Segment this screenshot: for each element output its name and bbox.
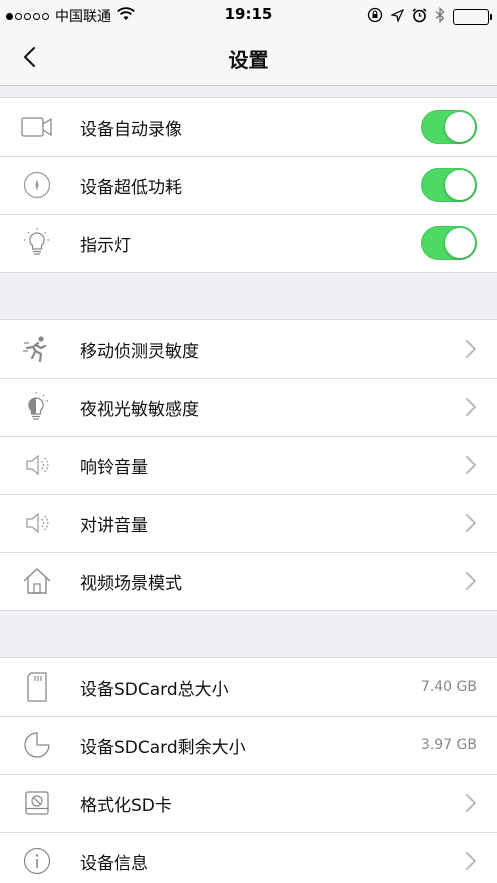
location-icon — [390, 8, 405, 26]
setting-label: 设备SDCard总大小 — [80, 679, 229, 700]
setting-label: 设备超低功耗 — [80, 177, 182, 198]
setting-label: 设备SDCard剩余大小 — [80, 737, 246, 758]
pie-chart-icon — [20, 728, 54, 762]
setting-label: 移动侦测灵敏度 — [80, 341, 199, 362]
status-bar: 中国联通 19:15 — [0, 0, 497, 30]
setting-row-sd-remaining: 设备SDCard剩余大小 3.97 GB — [0, 716, 497, 774]
setting-label: 夜视光敏敏感度 — [80, 399, 199, 420]
sd-remaining-value: 3.97 GB — [420, 737, 477, 753]
setting-label: 视频场景模式 — [80, 573, 182, 594]
chevron-right-icon — [466, 852, 476, 870]
setting-row-video-scene-mode[interactable]: 视频场景模式 — [0, 552, 497, 610]
navigation-bar: 设置 — [0, 30, 497, 86]
setting-label: 对讲音量 — [80, 515, 148, 536]
setting-label: 指示灯 — [80, 235, 131, 256]
setting-label: 格式化SD卡 — [80, 795, 172, 816]
toggle-section: 设备自动录像 设备超低功耗 指示灯 — [0, 97, 497, 273]
chevron-right-icon — [466, 456, 476, 474]
setting-row-device-info[interactable]: 设备信息 — [0, 832, 497, 883]
setting-row-ring-volume[interactable]: 响铃音量 — [0, 436, 497, 494]
setting-row-intercom-volume[interactable]: 对讲音量 — [0, 494, 497, 552]
page-title: 设置 — [228, 48, 269, 72]
setting-row-motion-sensitivity[interactable]: 移动侦测灵敏度 — [0, 320, 497, 378]
format-disk-icon — [20, 786, 54, 820]
indicator-light-toggle[interactable] — [421, 226, 477, 260]
setting-row-format-sd[interactable]: 格式化SD卡 — [0, 774, 497, 832]
battery-icon — [453, 9, 492, 25]
lightbulb-icon — [20, 226, 54, 260]
setting-row-auto-record: 设备自动录像 — [0, 98, 497, 156]
speaker-icon — [20, 506, 54, 540]
running-person-icon — [20, 332, 54, 366]
setting-label: 响铃音量 — [80, 457, 148, 478]
chevron-right-icon — [466, 794, 476, 812]
chevron-right-icon — [466, 572, 476, 590]
setting-row-low-power: 设备超低功耗 — [0, 156, 497, 214]
home-icon — [20, 564, 54, 598]
chevron-right-icon — [466, 398, 476, 416]
night-bulb-icon — [20, 390, 54, 424]
setting-row-night-vision[interactable]: 夜视光敏敏感度 — [0, 378, 497, 436]
info-icon — [20, 844, 54, 878]
chevron-right-icon — [466, 514, 476, 532]
setting-label: 设备自动录像 — [80, 119, 182, 140]
setting-row-sd-total: 设备SDCard总大小 7.40 GB — [0, 658, 497, 716]
speaker-icon — [20, 448, 54, 482]
setting-label: 设备信息 — [80, 853, 148, 874]
compass-icon — [20, 168, 54, 202]
bluetooth-icon — [435, 6, 445, 27]
auto-record-toggle[interactable] — [421, 110, 477, 144]
setting-row-indicator-light: 指示灯 — [0, 214, 497, 272]
low-power-toggle[interactable] — [421, 168, 477, 202]
sensitivity-section: 移动侦测灵敏度 夜视光敏敏感度 响铃音量 对讲音量 视频场景模式 — [0, 319, 497, 611]
camera-icon — [20, 110, 54, 144]
chevron-right-icon — [466, 340, 476, 358]
storage-section: 设备SDCard总大小 7.40 GB 设备SDCard剩余大小 3.97 GB… — [0, 657, 497, 883]
alarm-icon — [412, 7, 427, 27]
sdcard-icon — [20, 670, 54, 704]
rotation-lock-icon — [367, 7, 383, 27]
sd-total-value: 7.40 GB — [420, 679, 477, 695]
status-right — [367, 6, 492, 27]
